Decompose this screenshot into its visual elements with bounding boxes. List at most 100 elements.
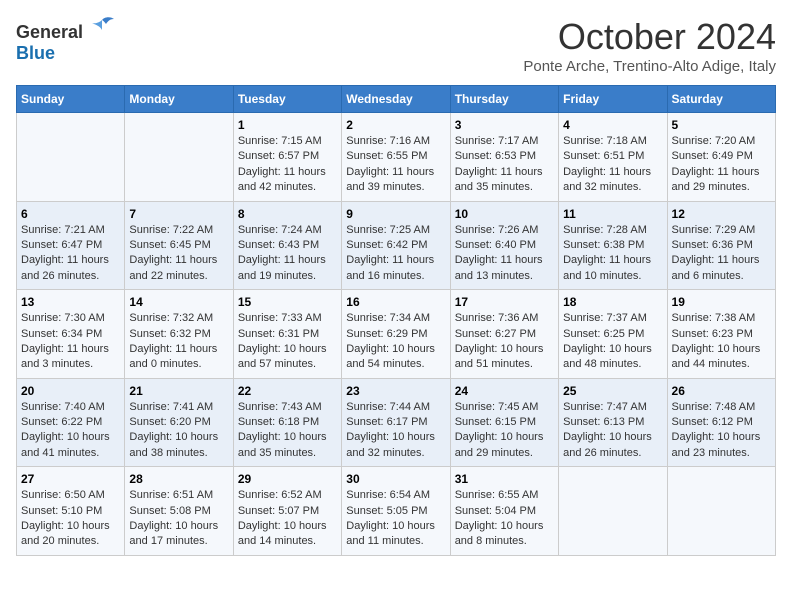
day-number: 3 — [455, 118, 554, 132]
day-info: Sunrise: 6:52 AMSunset: 5:07 PMDaylight:… — [238, 488, 337, 550]
day-number: 18 — [563, 295, 662, 309]
calendar-cell: 8Sunrise: 7:24 AMSunset: 6:43 PMDaylight… — [233, 201, 341, 290]
day-info: Sunrise: 7:22 AMSunset: 6:45 PMDaylight:… — [129, 223, 228, 285]
calendar-cell: 31 Sunrise: 6:55 AMSunset: 5:04 PMDayligh… — [450, 467, 558, 556]
sunset-text: Sunset: 5:04 PM — [455, 504, 554, 519]
calendar-cell — [125, 113, 233, 202]
sunset-text: Sunset: 6:40 PM — [455, 238, 554, 253]
calendar-cell: 13 Sunrise: 7:30 AMSunset: 6:34 PMDayligh… — [17, 290, 125, 379]
daylight-text: Daylight: 10 hours and 17 minutes. — [129, 519, 228, 550]
daylight-text: Daylight: 10 hours and 35 minutes. — [238, 430, 337, 461]
day-number: 29 — [238, 472, 337, 486]
daylight-text: Daylight: 10 hours and 44 minutes. — [672, 342, 771, 373]
calendar-cell: 25Sunrise: 7:47 AMSunset: 6:13 PMDayligh… — [559, 378, 667, 467]
weekday-header-wednesday: Wednesday — [342, 86, 450, 113]
daylight-text: Daylight: 10 hours and 38 minutes. — [129, 430, 228, 461]
sunset-text: Sunset: 5:05 PM — [346, 504, 445, 519]
day-info: Sunrise: 7:26 AMSunset: 6:40 PMDaylight:… — [455, 223, 554, 285]
day-info: Sunrise: 7:16 AMSunset: 6:55 PMDaylight:… — [346, 134, 445, 196]
sunrise-text: Sunrise: 7:37 AM — [563, 311, 662, 326]
sunset-text: Sunset: 6:34 PM — [21, 327, 120, 342]
daylight-text: Daylight: 11 hours and 35 minutes. — [455, 165, 554, 196]
sunset-text: Sunset: 5:07 PM — [238, 504, 337, 519]
day-number: 7 — [129, 207, 228, 221]
sunset-text: Sunset: 6:43 PM — [238, 238, 337, 253]
sunset-text: Sunset: 6:49 PM — [672, 149, 771, 164]
calendar-cell: 19Sunrise: 7:38 AMSunset: 6:23 PMDayligh… — [667, 290, 775, 379]
day-number: 31 — [455, 472, 554, 486]
sunset-text: Sunset: 6:20 PM — [129, 415, 228, 430]
day-number: 4 — [563, 118, 662, 132]
day-info: Sunrise: 7:34 AMSunset: 6:29 PMDaylight:… — [346, 311, 445, 373]
calendar-week-row: 27Sunrise: 6:50 AMSunset: 5:10 PMDayligh… — [17, 467, 776, 556]
calendar-cell: 30 Sunrise: 6:54 AMSunset: 5:05 PMDayligh… — [342, 467, 450, 556]
day-info: Sunrise: 6:55 AMSunset: 5:04 PMDaylight:… — [455, 488, 554, 550]
calendar-cell: 27Sunrise: 6:50 AMSunset: 5:10 PMDayligh… — [17, 467, 125, 556]
sunrise-text: Sunrise: 7:34 AM — [346, 311, 445, 326]
day-info: Sunrise: 7:43 AMSunset: 6:18 PMDaylight:… — [238, 400, 337, 462]
daylight-text: Daylight: 10 hours and 54 minutes. — [346, 342, 445, 373]
day-number: 9 — [346, 207, 445, 221]
day-number: 13 — [21, 295, 120, 309]
sunrise-text: Sunrise: 7:24 AM — [238, 223, 337, 238]
day-number: 11 — [563, 207, 662, 221]
day-number: 2 — [346, 118, 445, 132]
calendar-body: 1Sunrise: 7:15 AMSunset: 6:57 PMDaylight… — [17, 113, 776, 556]
day-number: 23 — [346, 384, 445, 398]
day-number: 5 — [672, 118, 771, 132]
day-number: 26 — [672, 384, 771, 398]
day-number: 17 — [455, 295, 554, 309]
day-info: Sunrise: 7:25 AMSunset: 6:42 PMDaylight:… — [346, 223, 445, 285]
calendar-week-row: 20Sunrise: 7:40 AMSunset: 6:22 PMDayligh… — [17, 378, 776, 467]
calendar-cell: 2 Sunrise: 7:16 AMSunset: 6:55 PMDaylight… — [342, 113, 450, 202]
day-info: Sunrise: 7:45 AMSunset: 6:15 PMDaylight:… — [455, 400, 554, 462]
sunrise-text: Sunrise: 7:43 AM — [238, 400, 337, 415]
day-info: Sunrise: 7:24 AMSunset: 6:43 PMDaylight:… — [238, 223, 337, 285]
calendar-cell: 18Sunrise: 7:37 AMSunset: 6:25 PMDayligh… — [559, 290, 667, 379]
sunset-text: Sunset: 6:31 PM — [238, 327, 337, 342]
daylight-text: Daylight: 11 hours and 0 minutes. — [129, 342, 228, 373]
day-info: Sunrise: 6:50 AMSunset: 5:10 PMDaylight:… — [21, 488, 120, 550]
day-number: 6 — [21, 207, 120, 221]
day-number: 12 — [672, 207, 771, 221]
logo: General Blue — [16, 16, 116, 64]
calendar-cell: 4Sunrise: 7:18 AMSunset: 6:51 PMDaylight… — [559, 113, 667, 202]
day-info: Sunrise: 7:30 AMSunset: 6:34 PMDaylight:… — [21, 311, 120, 373]
sunset-text: Sunset: 6:42 PM — [346, 238, 445, 253]
day-info: Sunrise: 7:21 AMSunset: 6:47 PMDaylight:… — [21, 223, 120, 285]
day-number: 21 — [129, 384, 228, 398]
daylight-text: Daylight: 11 hours and 3 minutes. — [21, 342, 120, 373]
sunset-text: Sunset: 6:51 PM — [563, 149, 662, 164]
calendar-header: SundayMondayTuesdayWednesdayThursdayFrid… — [17, 86, 776, 113]
sunrise-text: Sunrise: 6:55 AM — [455, 488, 554, 503]
daylight-text: Daylight: 11 hours and 39 minutes. — [346, 165, 445, 196]
day-info: Sunrise: 7:48 AMSunset: 6:12 PMDaylight:… — [672, 400, 771, 462]
calendar-cell: 1Sunrise: 7:15 AMSunset: 6:57 PMDaylight… — [233, 113, 341, 202]
sunrise-text: Sunrise: 6:51 AM — [129, 488, 228, 503]
sunset-text: Sunset: 6:45 PM — [129, 238, 228, 253]
sunrise-text: Sunrise: 7:21 AM — [21, 223, 120, 238]
calendar-cell: 23Sunrise: 7:44 AMSunset: 6:17 PMDayligh… — [342, 378, 450, 467]
daylight-text: Daylight: 11 hours and 16 minutes. — [346, 253, 445, 284]
calendar-week-row: 1Sunrise: 7:15 AMSunset: 6:57 PMDaylight… — [17, 113, 776, 202]
sunrise-text: Sunrise: 7:41 AM — [129, 400, 228, 415]
sunrise-text: Sunrise: 7:36 AM — [455, 311, 554, 326]
day-info: Sunrise: 7:20 AMSunset: 6:49 PMDaylight:… — [672, 134, 771, 196]
sunset-text: Sunset: 6:47 PM — [21, 238, 120, 253]
weekday-header-tuesday: Tuesday — [233, 86, 341, 113]
day-number: 28 — [129, 472, 228, 486]
calendar-cell: 11Sunrise: 7:28 AMSunset: 6:38 PMDayligh… — [559, 201, 667, 290]
day-info: Sunrise: 6:54 AMSunset: 5:05 PMDaylight:… — [346, 488, 445, 550]
daylight-text: Daylight: 11 hours and 32 minutes. — [563, 165, 662, 196]
calendar-cell: 26 Sunrise: 7:48 AMSunset: 6:12 PMDayligh… — [667, 378, 775, 467]
daylight-text: Daylight: 11 hours and 29 minutes. — [672, 165, 771, 196]
day-info: Sunrise: 7:29 AMSunset: 6:36 PMDaylight:… — [672, 223, 771, 285]
daylight-text: Daylight: 11 hours and 26 minutes. — [21, 253, 120, 284]
sunset-text: Sunset: 6:29 PM — [346, 327, 445, 342]
weekday-header-sunday: Sunday — [17, 86, 125, 113]
calendar-cell: 17Sunrise: 7:36 AMSunset: 6:27 PMDayligh… — [450, 290, 558, 379]
daylight-text: Daylight: 10 hours and 48 minutes. — [563, 342, 662, 373]
day-number: 30 — [346, 472, 445, 486]
daylight-text: Daylight: 11 hours and 42 minutes. — [238, 165, 337, 196]
sunrise-text: Sunrise: 7:45 AM — [455, 400, 554, 415]
